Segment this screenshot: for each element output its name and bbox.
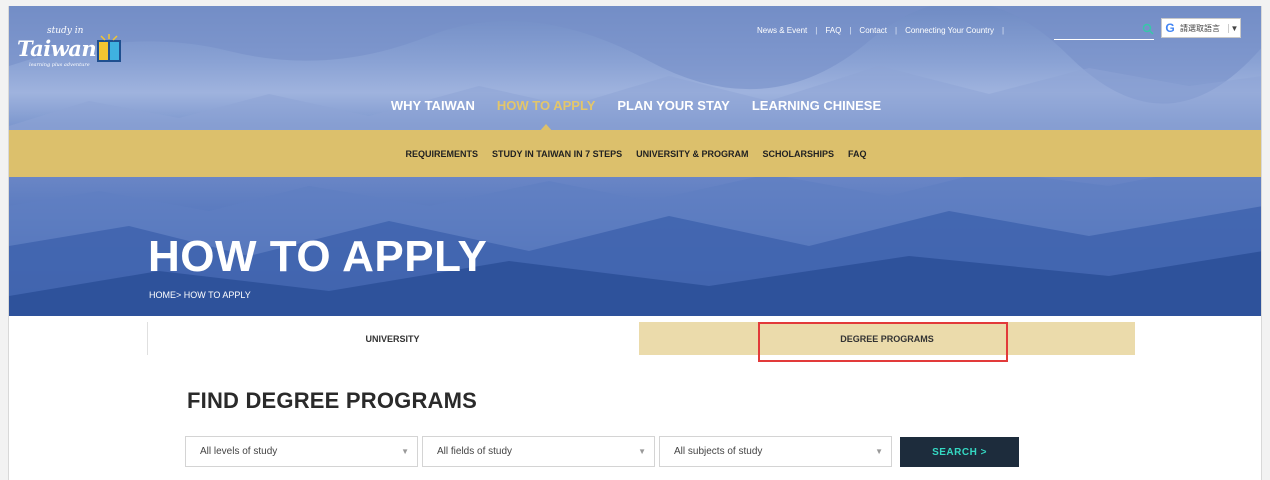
subnav-requirements[interactable]: REQUIREMENTS [398, 149, 485, 159]
logo-main-text: Taiwan [17, 36, 97, 61]
subnav-faq[interactable]: FAQ [841, 149, 874, 159]
logo-mark-icon [97, 34, 121, 62]
language-label: 請選取語言 [1180, 23, 1220, 33]
levels-of-study-select[interactable]: All levels of study ▼ [185, 436, 418, 467]
fields-select-value: All fields of study [437, 446, 513, 457]
fields-of-study-select[interactable]: All fields of study ▼ [422, 436, 655, 467]
highlight-box [758, 322, 1008, 362]
logo-tagline: learning plus adventure [29, 62, 90, 68]
site-search-input[interactable] [1054, 20, 1134, 38]
search-button[interactable]: SEARCH > [900, 437, 1019, 467]
utility-nav: News & Event | FAQ | Contact | Connectin… [757, 26, 1005, 35]
site-search [1054, 20, 1154, 40]
levels-select-value: All levels of study [200, 446, 278, 457]
tab-bar: UNIVERSITY DEGREE PROGRAMS [147, 322, 1135, 362]
page: study in Taiwan learning plus adventure … [8, 6, 1262, 480]
sub-nav: REQUIREMENTS STUDY IN TAIWAN IN 7 STEPS … [9, 130, 1261, 177]
section-title: FIND DEGREE PROGRAMS [187, 388, 478, 413]
chevron-down-icon: ▼ [638, 447, 646, 456]
nav-plan-your-stay[interactable]: PLAN YOUR STAY [606, 98, 740, 113]
language-selector[interactable]: G 請選取語言 ▼ [1161, 18, 1241, 38]
subjects-of-study-select[interactable]: All subjects of study ▼ [659, 436, 892, 467]
nav-learning-chinese[interactable]: LEARNING CHINESE [741, 98, 892, 113]
util-link-faq[interactable]: FAQ [825, 26, 841, 35]
subnav-university-program[interactable]: UNIVERSITY & PROGRAM [629, 149, 755, 159]
chevron-down-icon: ▼ [875, 447, 883, 456]
subnav-7-steps[interactable]: STUDY IN TAIWAN IN 7 STEPS [485, 149, 629, 159]
tab-university[interactable]: UNIVERSITY [147, 322, 637, 355]
page-title: HOW TO APPLY [148, 232, 488, 281]
google-translate-icon: G [1165, 21, 1175, 35]
nav-why-taiwan[interactable]: WHY TAIWAN [380, 98, 486, 113]
study-in-taiwan-logo[interactable]: study in Taiwan learning plus adventure [17, 24, 127, 74]
main-nav: WHY TAIWAN HOW TO APPLY PLAN YOUR STAY L… [9, 98, 1261, 132]
hero-banner: study in Taiwan learning plus adventure … [9, 6, 1261, 316]
util-link-country[interactable]: Connecting Your Country [905, 26, 994, 35]
subjects-select-value: All subjects of study [674, 446, 763, 457]
nav-how-to-apply[interactable]: HOW TO APPLY [486, 98, 606, 132]
logo-small-text: study in [47, 26, 84, 36]
util-link-news[interactable]: News & Event [757, 26, 807, 35]
search-icon[interactable] [1142, 23, 1154, 35]
subnav-scholarships[interactable]: SCHOLARSHIPS [756, 149, 842, 159]
util-link-contact[interactable]: Contact [859, 26, 887, 35]
chevron-down-icon: ▼ [401, 447, 409, 456]
chevron-down-icon: ▼ [1228, 23, 1240, 33]
breadcrumb[interactable]: HOME> HOW TO APPLY [149, 290, 251, 300]
